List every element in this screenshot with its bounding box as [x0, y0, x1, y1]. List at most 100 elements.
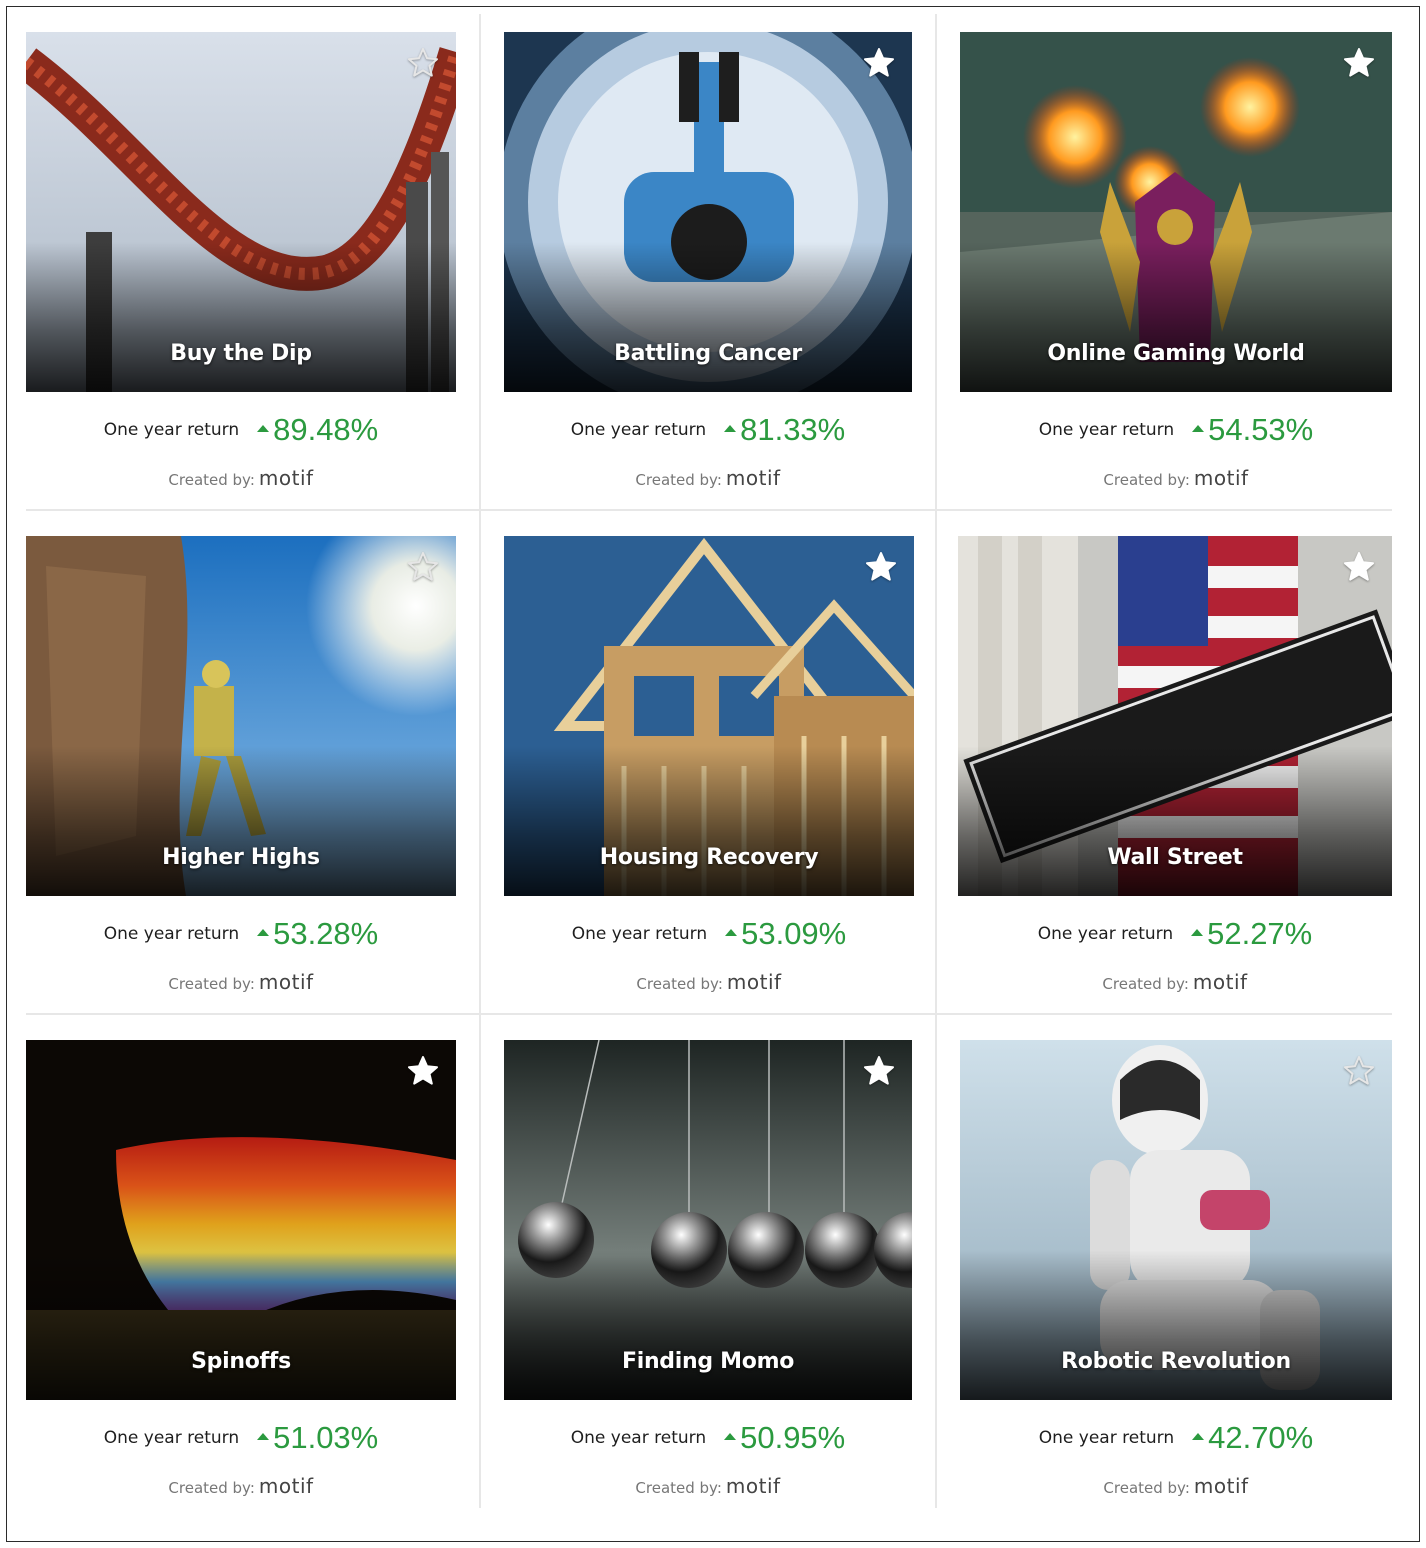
- return-percent: 42.70%: [1208, 1420, 1314, 1455]
- return-label: One year return: [1038, 1428, 1175, 1448]
- thumbnail-shade: [26, 746, 456, 896]
- return-row: One year return 51.03%: [26, 1418, 456, 1458]
- creator-brand-link[interactable]: motif: [259, 1474, 314, 1498]
- return-value: 42.70%: [1192, 1420, 1313, 1456]
- return-percent: 81.33%: [740, 412, 846, 447]
- motif-thumbnail[interactable]: Spinoffs: [26, 1040, 456, 1400]
- up-arrow-icon: [1191, 928, 1204, 936]
- motif-thumbnail[interactable]: Buy the Dip: [26, 32, 456, 392]
- motif-thumbnail[interactable]: Higher Highs: [26, 536, 456, 896]
- creator-row: Created by: motif: [960, 1474, 1392, 1502]
- return-label: One year return: [570, 420, 707, 440]
- return-label: One year return: [1038, 420, 1175, 440]
- motif-title: Finding Momo: [621, 1349, 795, 1374]
- creator-row: Created by: motif: [960, 466, 1392, 494]
- star-icon[interactable]: [862, 46, 896, 80]
- motif-card[interactable]: Online Gaming World One year return 54.5…: [960, 32, 1392, 502]
- up-arrow-icon: [257, 928, 270, 936]
- motif-title: Wall Street: [1107, 845, 1243, 870]
- return-value: 54.53%: [1192, 412, 1313, 448]
- creator-label: Created by:: [1102, 975, 1189, 993]
- motif-card[interactable]: Housing Recovery One year return 53.09% …: [504, 536, 914, 1006]
- motif-thumbnail[interactable]: Robotic Revolution: [960, 1040, 1392, 1400]
- return-percent: 50.95%: [740, 1420, 846, 1455]
- return-label: One year return: [1037, 924, 1174, 944]
- motif-thumbnail[interactable]: Online Gaming World: [960, 32, 1392, 392]
- motif-card[interactable]: Battling Cancer One year return 81.33% C…: [504, 32, 912, 502]
- star-icon[interactable]: [1342, 550, 1376, 584]
- thumbnail-shade: [504, 242, 912, 392]
- up-arrow-icon: [1192, 1432, 1205, 1440]
- return-value: 50.95%: [724, 1420, 845, 1456]
- creator-brand-link[interactable]: motif: [259, 970, 314, 994]
- creator-brand-link[interactable]: motif: [1194, 1474, 1249, 1498]
- creator-brand-link[interactable]: motif: [727, 970, 782, 994]
- return-row: One year return 53.28%: [26, 914, 456, 954]
- return-row: One year return 52.27%: [958, 914, 1392, 954]
- return-percent: 52.27%: [1207, 916, 1313, 951]
- up-arrow-icon: [725, 928, 738, 936]
- return-value: 53.28%: [257, 916, 378, 952]
- creator-label: Created by:: [635, 471, 722, 489]
- up-arrow-icon: [724, 424, 737, 432]
- return-row: One year return 42.70%: [960, 1418, 1392, 1458]
- creator-row: Created by: motif: [26, 466, 456, 494]
- thumbnail-shade: [26, 242, 456, 392]
- creator-brand-link[interactable]: motif: [1194, 466, 1249, 490]
- motif-card[interactable]: Buy the Dip One year return 89.48% Creat…: [26, 32, 456, 502]
- motif-card[interactable]: Wall Street One year return 52.27% Creat…: [958, 536, 1392, 1006]
- return-value: 52.27%: [1191, 916, 1312, 952]
- thumbnail-shade: [958, 746, 1392, 896]
- creator-label: Created by:: [168, 1479, 255, 1497]
- star-icon[interactable]: [406, 550, 440, 584]
- star-icon[interactable]: [406, 46, 440, 80]
- thumbnail-shade: [504, 1250, 912, 1400]
- creator-row: Created by: motif: [26, 970, 456, 998]
- creator-row: Created by: motif: [504, 970, 914, 998]
- star-icon[interactable]: [862, 1054, 896, 1088]
- return-row: One year return 53.09%: [504, 914, 914, 954]
- creator-brand-link[interactable]: motif: [1193, 970, 1248, 994]
- motif-card[interactable]: Finding Momo One year return 50.95% Crea…: [504, 1040, 912, 1510]
- creator-brand-link[interactable]: motif: [726, 1474, 781, 1498]
- return-percent: 53.09%: [741, 916, 847, 951]
- return-value: 51.03%: [257, 1420, 378, 1456]
- up-arrow-icon: [257, 1432, 270, 1440]
- return-row: One year return 89.48%: [26, 410, 456, 450]
- motif-card[interactable]: Spinoffs One year return 51.03% Created …: [26, 1040, 456, 1510]
- star-icon[interactable]: [406, 1054, 440, 1088]
- motif-title: Spinoffs: [191, 1349, 291, 1374]
- return-value: 81.33%: [724, 412, 845, 448]
- return-percent: 54.53%: [1208, 412, 1314, 447]
- creator-row: Created by: motif: [504, 1474, 912, 1502]
- star-icon[interactable]: [1342, 1054, 1376, 1088]
- motif-title: Higher Highs: [162, 845, 320, 870]
- motif-thumbnail[interactable]: Housing Recovery: [504, 536, 914, 896]
- creator-label: Created by:: [168, 975, 255, 993]
- creator-label: Created by:: [168, 471, 255, 489]
- creator-row: Created by: motif: [26, 1474, 456, 1502]
- creator-brand-link[interactable]: motif: [259, 466, 314, 490]
- creator-label: Created by:: [635, 1479, 722, 1497]
- creator-label: Created by:: [1103, 1479, 1190, 1497]
- creator-row: Created by: motif: [504, 466, 912, 494]
- star-icon[interactable]: [864, 550, 898, 584]
- thumbnail-shade: [960, 1250, 1392, 1400]
- motif-title: Buy the Dip: [170, 341, 312, 366]
- motif-card[interactable]: Higher Highs One year return 53.28% Crea…: [26, 536, 456, 1006]
- creator-brand-link[interactable]: motif: [726, 466, 781, 490]
- motif-grid: Buy the Dip One year return 89.48% Creat…: [0, 0, 1426, 1548]
- return-label: One year return: [570, 1428, 707, 1448]
- star-icon[interactable]: [1342, 46, 1376, 80]
- return-row: One year return 50.95%: [504, 1418, 912, 1458]
- return-label: One year return: [103, 924, 240, 944]
- motif-thumbnail[interactable]: Wall Street: [958, 536, 1392, 896]
- return-percent: 51.03%: [273, 1420, 379, 1455]
- row-divider: [26, 509, 1392, 511]
- motif-card[interactable]: Robotic Revolution One year return 42.70…: [960, 1040, 1392, 1510]
- up-arrow-icon: [257, 424, 270, 432]
- motif-thumbnail[interactable]: Battling Cancer: [504, 32, 912, 392]
- row-divider: [26, 1013, 1392, 1015]
- return-percent: 89.48%: [273, 412, 379, 447]
- motif-thumbnail[interactable]: Finding Momo: [504, 1040, 912, 1400]
